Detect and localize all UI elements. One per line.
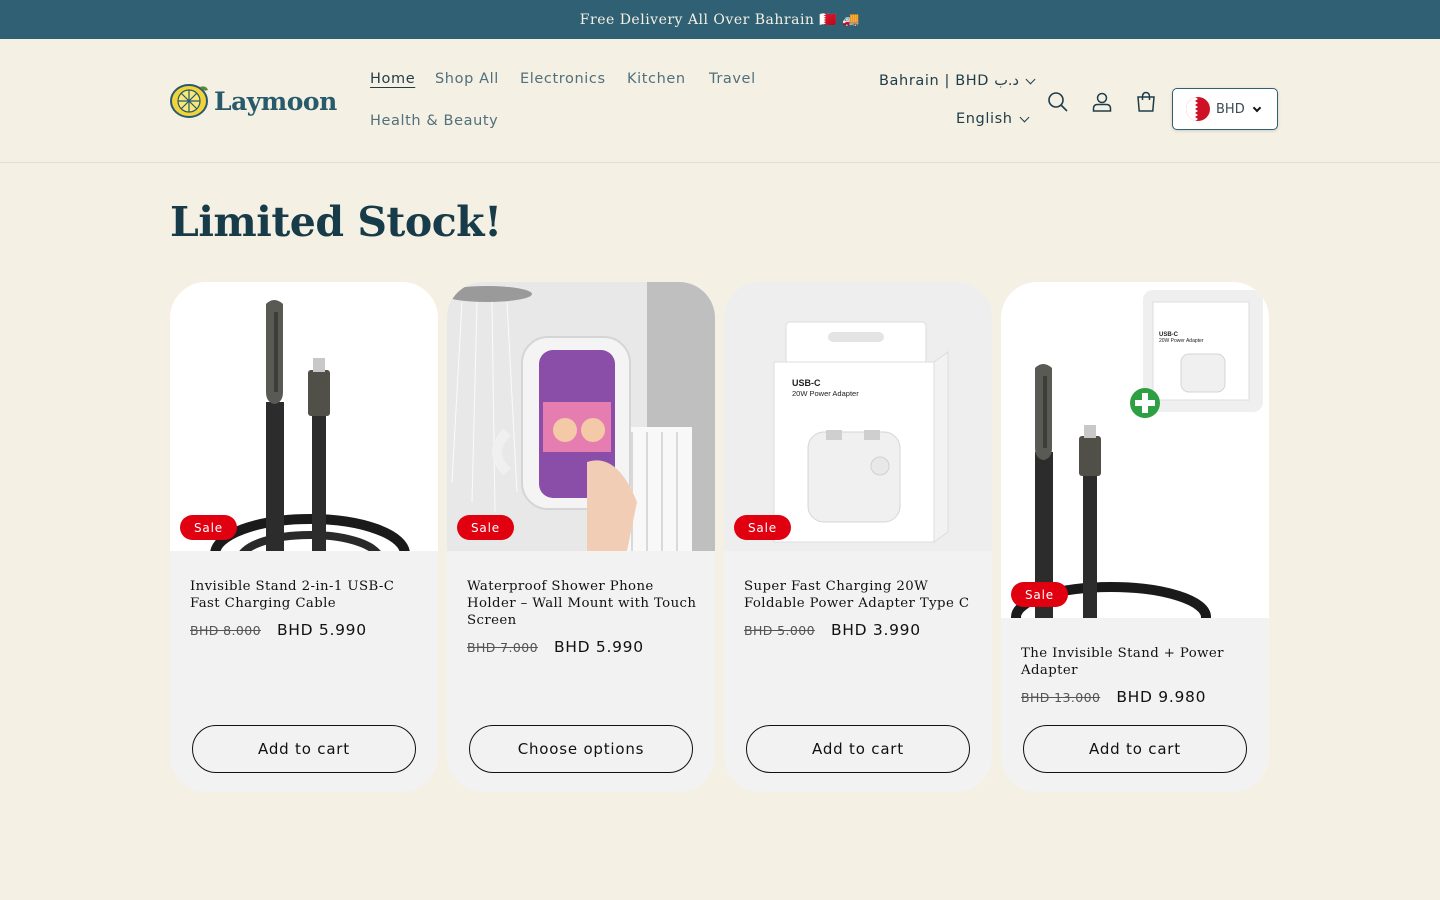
sale-price: BHD 5.990 [276,621,367,639]
product-price: BHD 7.000 BHD 5.990 [467,638,644,656]
chevron-down-icon [1252,103,1261,112]
nav-health-beauty[interactable]: Health & Beauty [370,113,498,129]
user-icon [1092,92,1112,112]
product-price: BHD 5.000 BHD 3.990 [744,621,921,639]
lemon-logo-icon [170,84,208,118]
account-button[interactable] [1089,89,1115,115]
sale-price: BHD 5.990 [553,638,644,656]
add-to-cart-button[interactable]: Add to cart [192,725,416,773]
regular-price: BHD 5.000 [744,623,815,638]
sale-price: BHD 3.990 [830,621,921,639]
bundle-cable-adapter-image: USB-C 20W Power Adapter [1011,290,1263,618]
brand-name: Laymoon [214,86,337,116]
product-title[interactable]: The Invisible Stand + Power Adapter [1021,645,1257,679]
product-image[interactable]: Sale [170,282,438,551]
language-selector[interactable]: English [956,111,1030,127]
product-title[interactable]: Waterproof Shower Phone Holder – Wall Mo… [467,578,703,629]
section-title: Limited Stock! [170,198,502,246]
regular-price: BHD 8.000 [190,623,261,638]
currency-code: BHD [1216,101,1245,117]
search-icon [1048,92,1068,112]
product-card[interactable]: USB-C 20W Power Adapter Sale Super Fast … [724,282,992,792]
product-card[interactable]: USB-C 20W Power Adapter Sale The Invisib… [1001,282,1269,792]
language-label: English [956,111,1013,127]
nav-travel[interactable]: Travel [709,71,756,87]
product-image[interactable]: USB-C 20W Power Adapter Sale [724,282,992,551]
bahrain-flag-icon [1186,97,1210,121]
country-label: Bahrain | BHD د.ب [879,73,1019,89]
cart-icon [1137,91,1155,112]
cart-button[interactable] [1133,89,1159,115]
product-title[interactable]: Invisible Stand 2-in-1 USB-C Fast Chargi… [190,578,426,612]
choose-options-button[interactable]: Choose options [469,725,693,773]
nav-kitchen[interactable]: Kitchen [627,71,686,87]
sale-badge: Sale [180,515,237,540]
product-title[interactable]: Super Fast Charging 20W Foldable Power A… [744,578,980,612]
search-button[interactable] [1045,89,1071,115]
nav-shop-all[interactable]: Shop All [435,71,499,87]
nav-electronics[interactable]: Electronics [520,71,606,87]
product-card[interactable]: Sale Waterproof Shower Phone Holder – Wa… [447,282,715,792]
regular-price: BHD 7.000 [467,640,538,655]
currency-selector[interactable]: BHD [1172,88,1278,130]
box-line-2: 20W Power Adapter [1159,338,1204,344]
country-selector[interactable]: Bahrain | BHD د.ب [879,73,1036,89]
box-line-2: 20W Power Adapter [792,389,859,398]
add-to-cart-button[interactable]: Add to cart [746,725,970,773]
sale-badge: Sale [457,515,514,540]
charging-cable-image [210,300,410,551]
product-image[interactable]: USB-C 20W Power Adapter Sale [1001,282,1269,618]
chevron-down-icon [1019,112,1030,122]
regular-price: BHD 13.000 [1021,690,1101,705]
sale-badge: Sale [734,515,791,540]
product-price: BHD 13.000 BHD 9.980 [1021,688,1206,706]
sale-price: BHD 9.980 [1116,688,1207,706]
announcement-text: Free Delivery All Over Bahrain 🇧🇭 🚚 [579,11,861,28]
nav-home[interactable]: Home [370,71,415,87]
chevron-down-icon [1025,74,1036,84]
product-price: BHD 8.000 BHD 5.990 [190,621,367,639]
product-card[interactable]: Sale Invisible Stand 2-in-1 USB-C Fast C… [170,282,438,792]
product-image[interactable]: Sale [447,282,715,551]
site-header: Laymoon Home Shop All Electronics Kitche… [0,39,1440,163]
logo-link[interactable]: Laymoon [170,83,337,119]
power-adapter-box-image: USB-C 20W Power Adapter [724,282,992,551]
add-to-cart-button[interactable]: Add to cart [1023,725,1247,773]
announcement-bar: Free Delivery All Over Bahrain 🇧🇭 🚚 [0,0,1440,39]
sale-badge: Sale [1011,582,1068,607]
box-line-1: USB-C [792,378,821,388]
shower-phone-holder-image [447,282,715,551]
